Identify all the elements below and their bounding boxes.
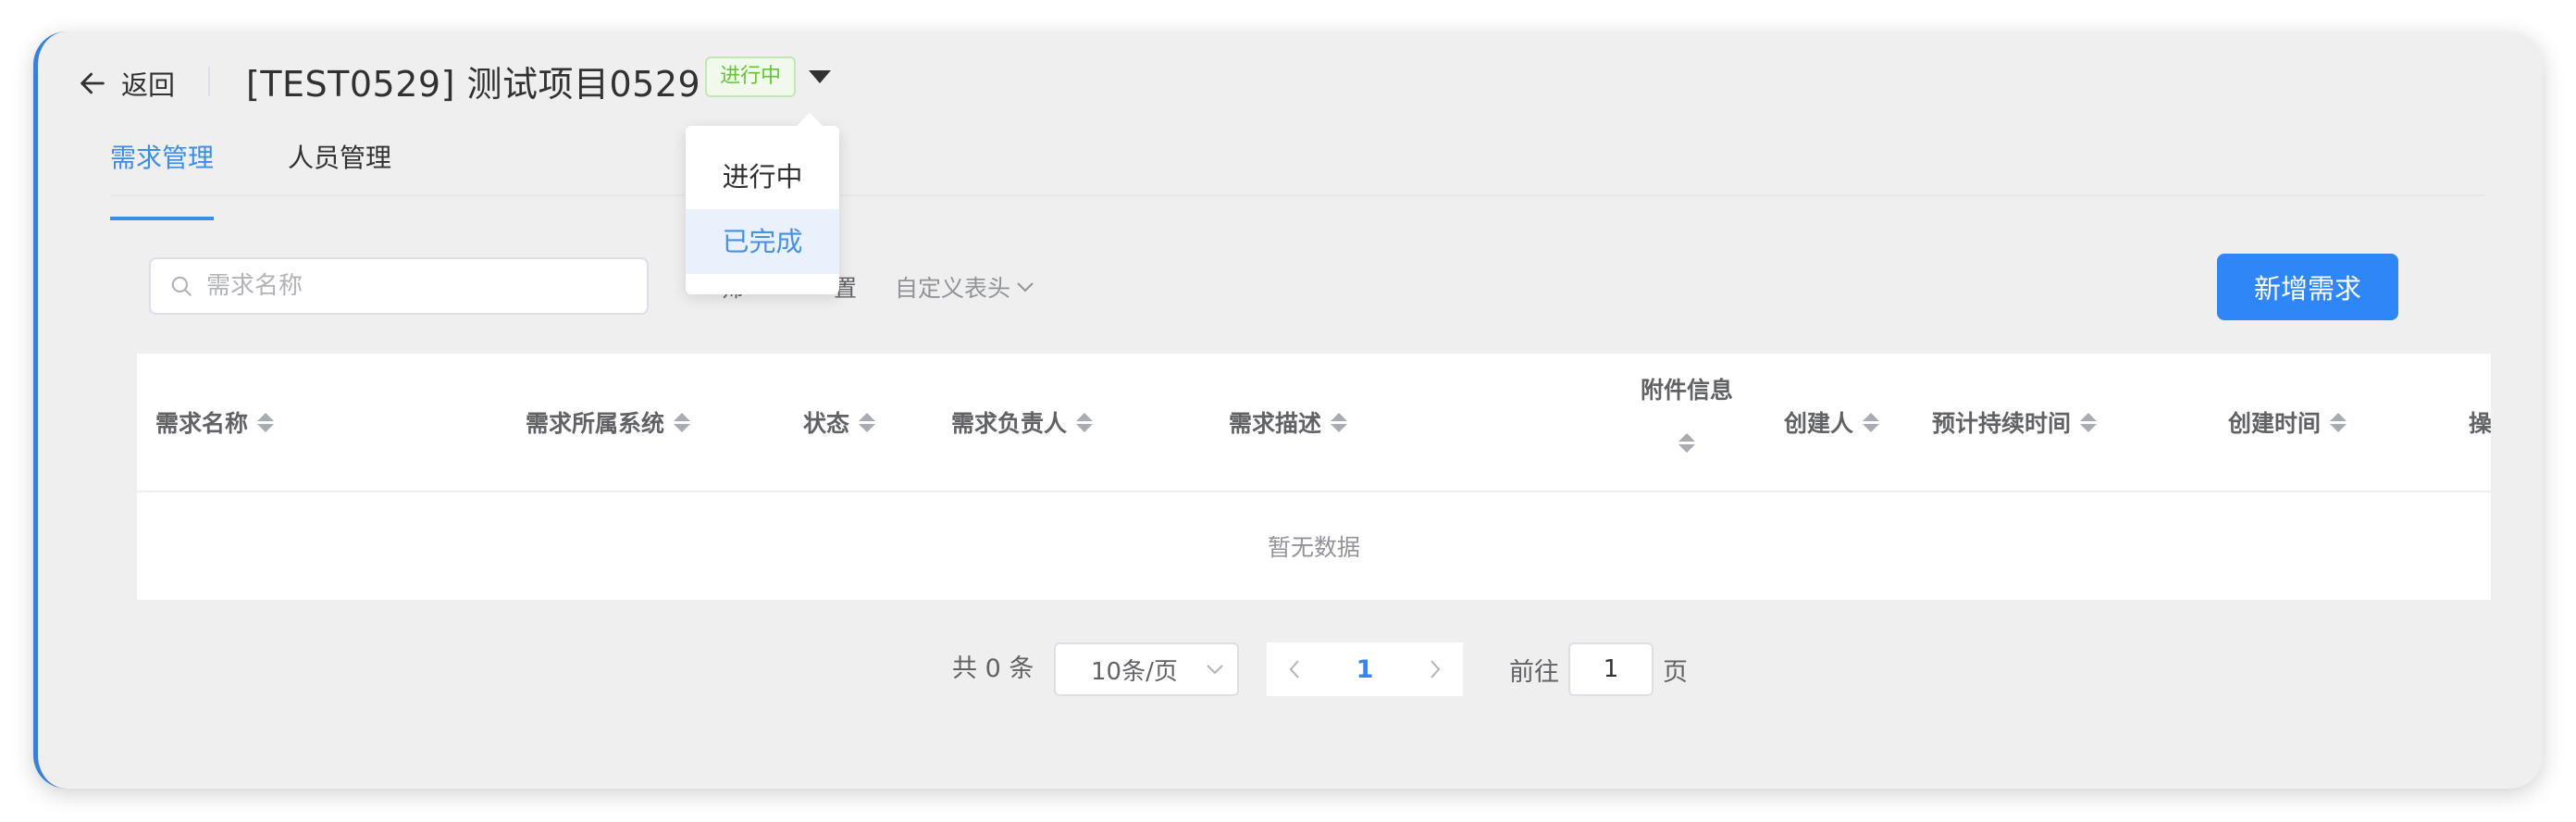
column-header-created-time[interactable]: 创建时间 — [2228, 405, 2347, 439]
column-label: 预计持续时间 — [1932, 410, 2072, 437]
caret-down-icon — [809, 70, 831, 83]
column-header-name[interactable]: 需求名称 — [155, 405, 275, 439]
search-icon — [171, 276, 192, 296]
back-label: 返回 — [121, 69, 176, 101]
search-box — [149, 257, 649, 315]
pagination-total: 共 0 条 — [952, 654, 1034, 683]
sort-icon[interactable] — [1863, 412, 1880, 432]
goto-page-input[interactable] — [1568, 642, 1653, 696]
page-size-select[interactable]: 10条/页 — [1054, 642, 1239, 696]
column-label: 附件信息 — [1640, 377, 1733, 404]
status-badge: 进行中 — [705, 56, 797, 97]
tab-members[interactable]: 人员管理 — [288, 139, 391, 178]
column-header-actions: 操 — [2469, 405, 2491, 439]
sort-icon[interactable] — [674, 412, 691, 432]
status-option-in-progress[interactable]: 进行中 — [686, 144, 839, 209]
chevron-right-icon[interactable] — [1428, 658, 1443, 680]
column-label: 状态 — [803, 410, 850, 437]
column-header-description[interactable]: 需求描述 — [1229, 405, 1348, 439]
back-button[interactable]: 返回 — [77, 61, 175, 106]
status-dropdown-menu: 进行中 已完成 — [686, 112, 839, 294]
column-label: 操 — [2469, 410, 2491, 437]
sort-icon[interactable] — [2080, 412, 2098, 432]
sort-icon[interactable] — [1678, 433, 1695, 453]
sort-icon[interactable] — [2330, 412, 2347, 432]
column-header-owner[interactable]: 需求负责人 — [951, 405, 1094, 439]
chevron-left-icon[interactable] — [1287, 658, 1302, 680]
column-header-attachments[interactable]: 附件信息 — [1636, 372, 1738, 453]
chevron-down-icon — [1207, 665, 1223, 675]
status-option-completed[interactable]: 已完成 — [686, 209, 839, 274]
empty-state-text: 暂无数据 — [1267, 534, 1360, 561]
search-input[interactable] — [206, 272, 613, 300]
arrow-left-icon — [80, 72, 105, 94]
goto-suffix: 页 — [1663, 657, 1688, 687]
column-label: 需求负责人 — [951, 410, 1068, 437]
page-title: [TEST0529] 测试项目0529 — [246, 64, 701, 105]
requirements-table: 需求名称 需求所属系统 状态 需求负责人 需求描述 附件信息 创建人 预计持续时… — [137, 354, 2491, 600]
status-dropdown-toggle[interactable] — [806, 65, 834, 89]
page-size-value: 10条/页 — [1091, 657, 1178, 686]
page-number-current[interactable]: 1 — [1356, 655, 1374, 684]
column-label: 需求描述 — [1229, 410, 1322, 437]
tab-requirements[interactable]: 需求管理 — [110, 139, 214, 178]
chevron-down-icon — [1017, 282, 1034, 293]
active-tab-indicator — [110, 217, 214, 220]
tab-bar: 需求管理 人员管理 — [110, 139, 2484, 220]
column-header-creator[interactable]: 创建人 — [1784, 405, 1880, 439]
pagination-goto: 前往 页 — [1509, 642, 1688, 696]
column-label: 需求名称 — [155, 410, 249, 437]
custom-header-label: 自定义表头 — [895, 275, 1011, 302]
project-card: 返回 [TEST0529] 测试项目0529 进行中 需求管理 人员管理 进行中… — [33, 31, 2543, 789]
column-header-system[interactable]: 需求所属系统 — [526, 405, 691, 439]
custom-header-button[interactable]: 自定义表头 — [895, 270, 1034, 304]
column-label: 创建人 — [1784, 410, 1854, 437]
add-requirement-button[interactable]: 新增需求 — [2217, 254, 2398, 320]
sort-icon[interactable] — [859, 412, 876, 432]
header-divider — [208, 67, 210, 96]
column-label: 需求所属系统 — [526, 410, 665, 437]
dropdown-arrow — [796, 112, 824, 140]
table-header: 需求名称 需求所属系统 状态 需求负责人 需求描述 附件信息 创建人 预计持续时… — [137, 354, 2491, 492]
column-label: 创建时间 — [2228, 410, 2322, 437]
pagination-nav: 1 — [1267, 642, 1463, 696]
sort-icon[interactable] — [1331, 412, 1348, 432]
goto-prefix: 前往 — [1509, 657, 1559, 687]
column-header-duration[interactable]: 预计持续时间 — [1932, 405, 2098, 439]
sort-icon[interactable] — [257, 412, 275, 432]
column-header-status[interactable]: 状态 — [803, 405, 876, 439]
sort-icon[interactable] — [1076, 412, 1094, 432]
